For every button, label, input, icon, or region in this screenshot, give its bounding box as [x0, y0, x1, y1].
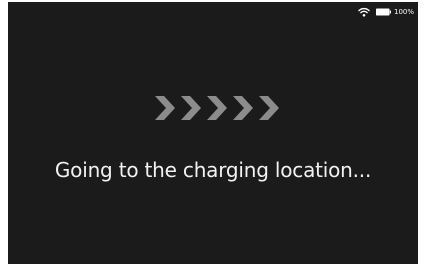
battery-indicator: 100%: [375, 8, 414, 16]
battery-icon: [375, 8, 391, 16]
chevron-icon: [155, 96, 175, 120]
charging-screen: 100% Going to the charging location...: [8, 2, 418, 264]
wifi-icon: [358, 7, 370, 17]
chevron-icon: [207, 96, 227, 120]
chevron-icon: [259, 96, 279, 120]
chevron-icon: [181, 96, 201, 120]
chevron-icon: [233, 96, 253, 120]
status-bar: 100%: [358, 6, 414, 18]
battery-percent: 100%: [393, 8, 414, 16]
status-message: Going to the charging location...: [54, 158, 372, 182]
chevrons-right-icon: [155, 96, 279, 120]
